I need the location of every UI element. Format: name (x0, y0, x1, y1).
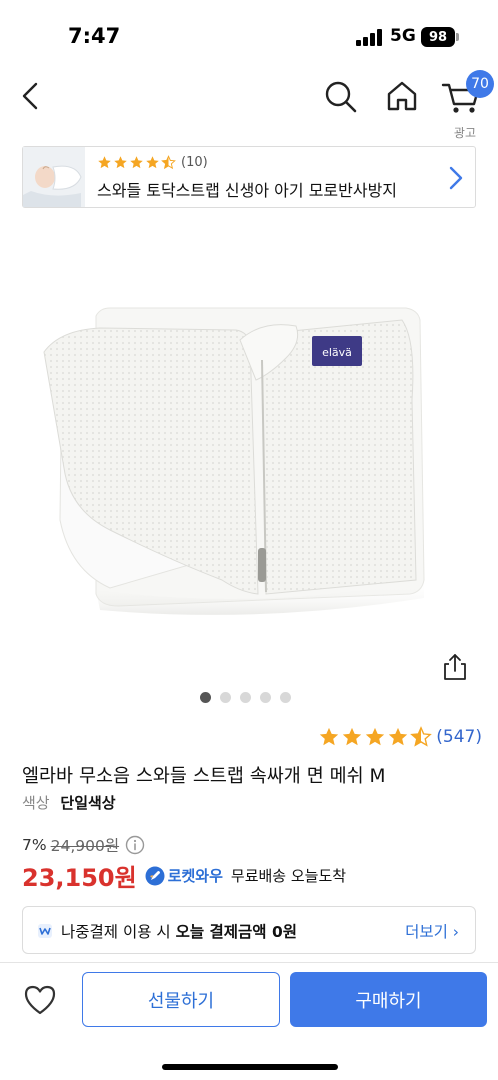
product-rating[interactable]: (547) (317, 726, 482, 748)
status-time: 7:47 (68, 24, 121, 48)
star-icon (146, 156, 159, 169)
product-title: 엘라바 무소음 스와들 스트랩 속싸개 면 메쉬 M (22, 766, 386, 787)
star-half-icon (410, 726, 433, 747)
battery-icon: 98 (421, 27, 455, 47)
delivery-text: 무료배송 오늘도착 (230, 867, 347, 885)
original-price: 24,900원 (50, 837, 120, 855)
coupang-pay-icon (38, 924, 52, 938)
product-stars (317, 726, 433, 748)
image-pagination (200, 692, 291, 703)
share-icon[interactable] (440, 652, 470, 682)
star-half-icon (161, 155, 176, 170)
discount-rate: 7% (22, 836, 47, 854)
star-icon (343, 727, 362, 746)
pagination-dot[interactable] (200, 692, 211, 703)
status-bar: 7:47 5G 98 (0, 0, 498, 70)
bottom-action-bar: 선물하기 구매하기 (0, 962, 498, 1080)
more-label: 더보기 (405, 923, 448, 941)
ad-title: 스와들 토닥스트랩 신생아 아기 모로반사방지 (97, 181, 398, 200)
ad-thumbnail (23, 147, 85, 207)
star-icon (366, 727, 385, 746)
info-icon[interactable] (125, 835, 145, 855)
option-row: 색상 단일색상 (22, 792, 116, 813)
search-icon[interactable] (322, 76, 360, 116)
heart-icon[interactable] (22, 983, 58, 1017)
battery-level: 98 (428, 29, 448, 45)
ad-label: 광고 (453, 126, 476, 140)
sale-row: 23,150원 로켓와우 무료배송 오늘도착 (22, 858, 346, 893)
option-value: 단일색상 (60, 794, 116, 812)
pagination-dot[interactable] (280, 692, 291, 703)
ad-rating: (10) (97, 155, 208, 170)
home-indicator (162, 1064, 338, 1070)
later-pay-prefix: 나중결제 이용 시 (61, 923, 176, 941)
product-review-count[interactable]: (547) (436, 727, 482, 747)
buy-button[interactable]: 구매하기 (290, 972, 487, 1027)
battery-tip (456, 33, 459, 41)
star-icon (320, 727, 339, 746)
nav-bar: 70 (0, 70, 498, 126)
home-icon[interactable] (382, 76, 422, 116)
chevron-left-icon[interactable] (14, 76, 48, 116)
rocket-wow-label: 로켓와우 (167, 867, 223, 885)
later-pay-amount: 오늘 결제금액 0원 (175, 923, 298, 941)
network-label: 5G (390, 26, 416, 46)
ad-banner[interactable]: (10) 스와들 토닥스트랩 신생아 아기 모로반사방지 (22, 146, 476, 208)
chevron-right-icon: › (452, 923, 459, 941)
star-icon (98, 156, 111, 169)
sale-price: 23,150원 (22, 864, 137, 892)
pagination-dot[interactable] (260, 692, 271, 703)
price-row: 7% 24,900원 (22, 834, 145, 856)
later-pay-banner[interactable]: 나중결제 이용 시 오늘 결제금액 0원 더보기 › (22, 906, 476, 954)
ad-stars (97, 155, 177, 170)
cart-count-badge: 70 (466, 70, 494, 98)
signal-icon (356, 29, 382, 46)
gift-button[interactable]: 선물하기 (82, 972, 280, 1027)
brand-label: elävä (322, 346, 352, 359)
ad-review-count: (10) (181, 155, 208, 170)
later-pay-text: 나중결제 이용 시 오늘 결제금액 0원 (61, 920, 297, 942)
chevron-right-icon (449, 166, 463, 190)
pagination-dot[interactable] (220, 692, 231, 703)
pagination-dot[interactable] (240, 692, 251, 703)
star-icon (389, 727, 408, 746)
more-button[interactable]: 더보기 › (405, 920, 459, 942)
option-key: 색상 (22, 794, 50, 812)
star-icon (114, 156, 127, 169)
rocket-wow-icon (145, 866, 165, 885)
star-icon (130, 156, 143, 169)
product-image[interactable]: elävä (0, 220, 498, 690)
